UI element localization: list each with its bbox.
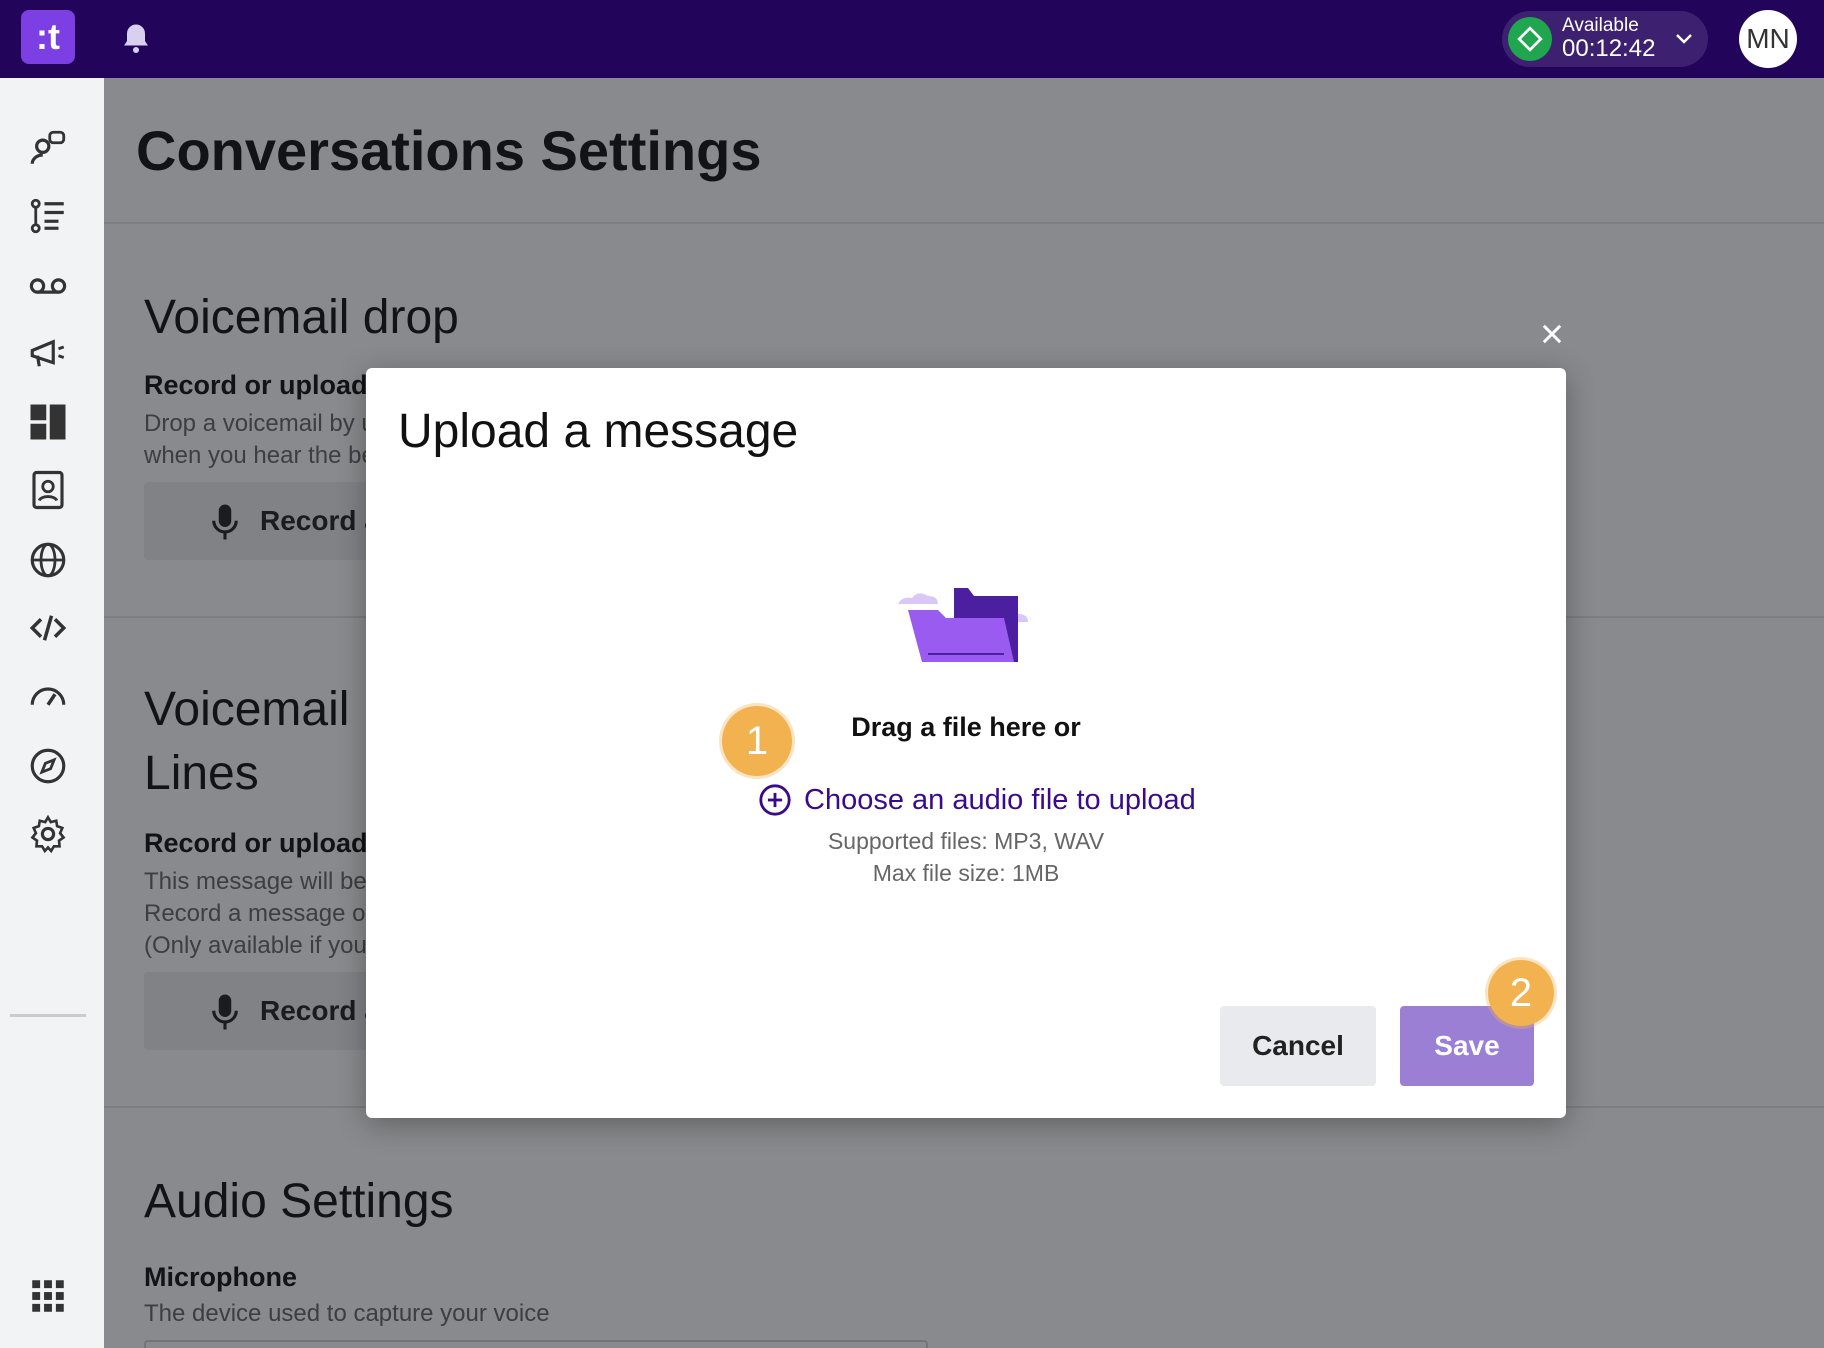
choose-file-link[interactable]: Choose an audio file to upload	[758, 780, 1196, 820]
availability-selector[interactable]: Available 00:12:42	[1502, 11, 1708, 67]
dialog-title: Upload a message	[398, 405, 799, 458]
max-file-size-text: Max file size: 1MB	[872, 860, 1060, 886]
conversations-icon[interactable]	[26, 126, 70, 170]
bell-icon[interactable]	[118, 20, 154, 56]
compass-icon[interactable]	[26, 744, 70, 788]
available-status-icon	[1508, 17, 1552, 61]
app-logo[interactable]: :t	[21, 10, 75, 64]
drag-instructions: Drag a file here or	[851, 712, 1081, 742]
status-label: Available	[1562, 15, 1639, 36]
globe-icon[interactable]	[26, 538, 70, 582]
status-timer: 00:12:42	[1562, 35, 1656, 62]
step-marker-1: 1	[722, 706, 792, 776]
step-marker-2: 2	[1488, 960, 1554, 1026]
list-icon[interactable]	[26, 194, 70, 238]
avatar[interactable]: MN	[1739, 10, 1797, 68]
dashboard-icon[interactable]	[26, 400, 70, 444]
sidebar-divider	[10, 1014, 86, 1017]
settings-icon[interactable]	[26, 812, 70, 856]
sidebar	[0, 78, 104, 1348]
speedometer-icon[interactable]	[26, 674, 70, 718]
contacts-icon[interactable]	[26, 468, 70, 512]
megaphone-icon[interactable]	[26, 332, 70, 376]
apps-grid-icon[interactable]	[26, 1274, 70, 1318]
cancel-button[interactable]: Cancel	[1220, 1006, 1376, 1086]
top-bar: :t Available 00:12:42 MN	[0, 0, 1824, 78]
supported-files-text: Supported files: MP3, WAV	[827, 828, 1105, 854]
chevron-down-icon[interactable]	[1672, 27, 1696, 51]
upload-message-dialog: Upload a message Drag a file here or Cho…	[366, 368, 1566, 1118]
close-icon[interactable]	[1538, 320, 1566, 348]
folder-icon	[888, 574, 1048, 674]
code-icon[interactable]	[26, 606, 70, 650]
add-circle-icon	[759, 784, 791, 816]
choose-file-label: Choose an audio file to upload	[804, 783, 1196, 816]
voicemail-icon[interactable]	[26, 264, 70, 308]
